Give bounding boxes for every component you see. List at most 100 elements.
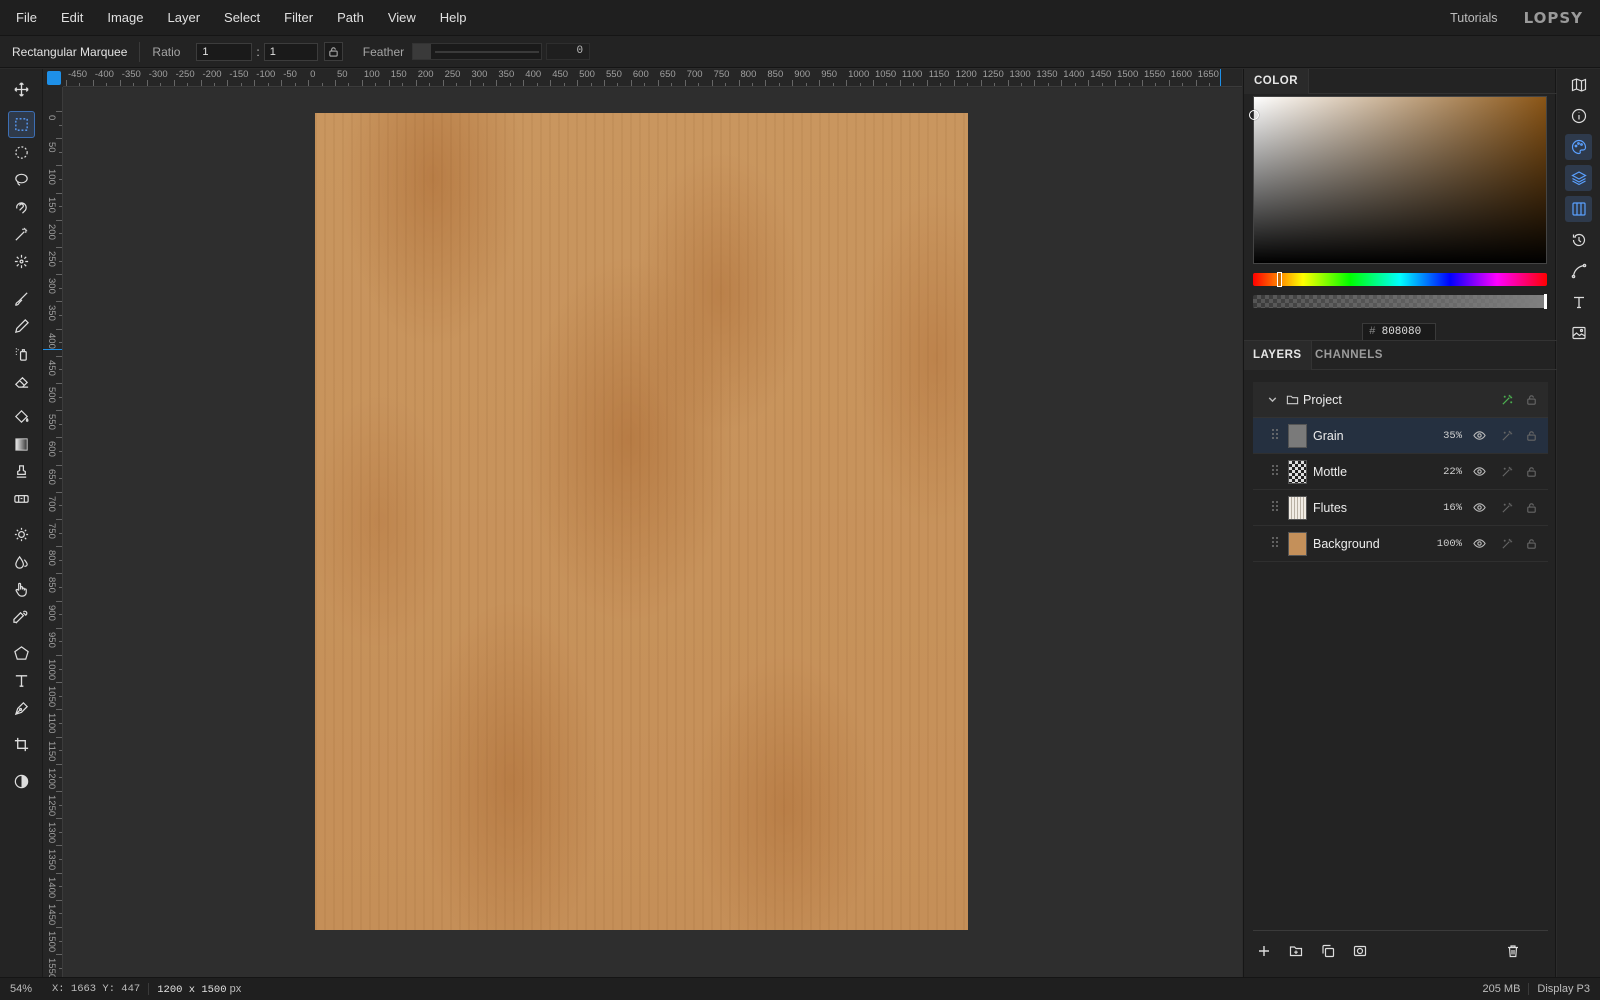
tutorials-link[interactable]: Tutorials <box>1450 11 1497 25</box>
channels-panel-button[interactable] <box>1565 196 1592 222</box>
eye-icon[interactable] <box>1471 428 1487 444</box>
lock-icon[interactable] <box>1523 464 1539 480</box>
add-layer-button[interactable] <box>1255 942 1273 960</box>
info-panel-button[interactable] <box>1565 103 1592 129</box>
eyedropper-tool[interactable] <box>8 604 35 631</box>
ratio-lock-button[interactable] <box>323 42 343 61</box>
rectangular-marquee-tool[interactable] <box>8 111 35 138</box>
lock-icon[interactable] <box>1523 428 1539 444</box>
feather-slider-knob[interactable] <box>413 44 432 59</box>
fill-tool[interactable] <box>8 403 35 430</box>
history-panel-button[interactable] <box>1565 227 1592 253</box>
menu-filter[interactable]: Filter <box>272 0 325 36</box>
layer-opacity[interactable]: 16% <box>1443 502 1462 514</box>
magnetic-lasso-tool[interactable] <box>8 194 35 221</box>
color-panel-button[interactable] <box>1565 134 1592 160</box>
menu-edit[interactable]: Edit <box>49 0 95 36</box>
feather-slider[interactable] <box>412 43 543 60</box>
zoom-level[interactable]: 54% <box>0 983 43 995</box>
brush-tool[interactable] <box>8 285 35 312</box>
lasso-tool[interactable] <box>8 166 35 193</box>
alpha-slider[interactable] <box>1253 294 1547 309</box>
ratio-height-input[interactable] <box>263 42 318 61</box>
move-tool[interactable] <box>8 76 35 103</box>
drag-handle-icon[interactable] <box>1271 428 1279 443</box>
layer-row-flutes[interactable]: Flutes 16% <box>1253 490 1548 526</box>
image-panel-button[interactable] <box>1565 320 1592 346</box>
duplicate-layer-button[interactable] <box>1319 942 1337 960</box>
color-mode-toggle[interactable] <box>8 768 35 795</box>
pencil-tool[interactable] <box>8 313 35 340</box>
paths-panel-button[interactable] <box>1565 258 1592 284</box>
ruler-origin-marker[interactable] <box>47 71 61 85</box>
layer-opacity[interactable]: 100% <box>1437 538 1462 550</box>
document-dimensions: 1200 x 1500 px <box>149 983 241 996</box>
hex-input[interactable]: # 808080 <box>1362 323 1436 341</box>
menu-help[interactable]: Help <box>428 0 479 36</box>
text-tool[interactable] <box>8 667 35 694</box>
effects-icon[interactable] <box>1499 536 1515 552</box>
lock-icon[interactable] <box>1523 536 1539 552</box>
navigator-panel-button[interactable] <box>1565 72 1592 98</box>
spray-tool[interactable] <box>8 340 35 367</box>
lock-icon[interactable] <box>1523 500 1539 516</box>
saturation-value-picker[interactable] <box>1249 96 1547 264</box>
menu-view[interactable]: View <box>376 0 428 36</box>
ruler-left-tick <box>56 519 62 520</box>
color-profile[interactable]: Display P3 <box>1529 983 1600 995</box>
character-panel-button[interactable] <box>1565 289 1592 315</box>
layer-row-mottle[interactable]: Mottle 22% <box>1253 454 1548 490</box>
eraser-tool[interactable] <box>8 368 35 395</box>
delete-layer-button[interactable] <box>1504 942 1522 960</box>
dodge-tool[interactable] <box>8 521 35 548</box>
effects-icon[interactable] <box>1499 464 1515 480</box>
effects-icon[interactable] <box>1499 428 1515 444</box>
drag-handle-icon[interactable] <box>1271 464 1279 479</box>
shape-tool[interactable] <box>8 640 35 667</box>
tab-layers[interactable]: LAYERS <box>1244 341 1312 370</box>
clone-stamp-tool[interactable] <box>8 458 35 485</box>
smudge-tool[interactable] <box>8 576 35 603</box>
tab-channels[interactable]: CHANNELS <box>1306 341 1392 370</box>
effects-icon[interactable] <box>1499 500 1515 516</box>
layer-opacity[interactable]: 22% <box>1443 466 1462 478</box>
eye-icon[interactable] <box>1471 464 1487 480</box>
alpha-slider-handle[interactable] <box>1544 294 1547 309</box>
ratio-width-input[interactable] <box>196 42 253 61</box>
color-picker-handle[interactable] <box>1249 110 1259 120</box>
menu-path[interactable]: Path <box>325 0 376 36</box>
magic-wand-tool[interactable] <box>8 221 35 248</box>
layer-row-background[interactable]: Background 100% <box>1253 526 1548 562</box>
menu-layer[interactable]: Layer <box>156 0 213 36</box>
menu-select[interactable]: Select <box>212 0 272 36</box>
chevron-down-icon[interactable] <box>1264 392 1280 408</box>
group-effects-icon[interactable] <box>1499 392 1515 408</box>
canvas-area[interactable] <box>63 88 1242 977</box>
healing-tool[interactable] <box>8 485 35 512</box>
tab-color[interactable]: COLOR <box>1244 69 1310 94</box>
hex-value[interactable]: 808080 <box>1382 326 1422 338</box>
hue-slider[interactable] <box>1253 272 1547 287</box>
drag-handle-icon[interactable] <box>1271 500 1279 515</box>
elliptical-marquee-tool[interactable] <box>8 139 35 166</box>
blur-tool[interactable] <box>8 549 35 576</box>
eye-icon[interactable] <box>1471 500 1487 516</box>
drag-handle-icon[interactable] <box>1271 536 1279 551</box>
quick-select-tool[interactable] <box>8 248 35 275</box>
gradient-tool[interactable] <box>8 431 35 458</box>
menu-image[interactable]: Image <box>95 0 155 36</box>
eye-icon[interactable] <box>1471 536 1487 552</box>
mask-layer-button[interactable] <box>1351 942 1369 960</box>
layer-row-grain[interactable]: Grain 35% <box>1253 418 1548 454</box>
document-canvas[interactable] <box>315 113 968 930</box>
pen-tool[interactable] <box>8 695 35 722</box>
layer-opacity[interactable]: 35% <box>1443 430 1462 442</box>
layer-group-project[interactable]: Project <box>1253 382 1548 418</box>
menu-file[interactable]: File <box>0 0 49 36</box>
layers-panel-button[interactable] <box>1565 165 1592 191</box>
add-group-button[interactable] <box>1287 942 1305 960</box>
crop-tool[interactable] <box>8 731 35 758</box>
hue-slider-handle[interactable] <box>1277 272 1282 287</box>
feather-value[interactable]: 0 <box>546 43 591 60</box>
group-lock-icon[interactable] <box>1523 392 1539 408</box>
